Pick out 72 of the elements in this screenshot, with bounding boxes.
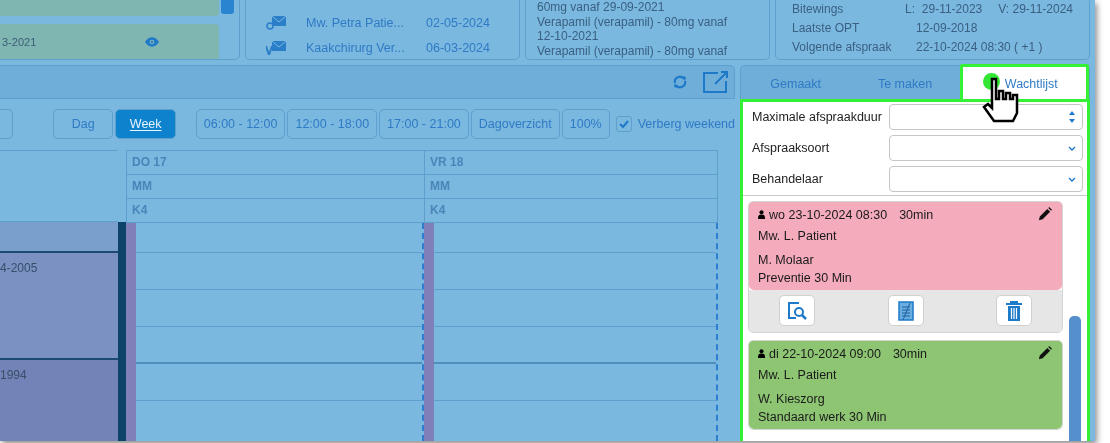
message-sender[interactable]: Kaakchirurg Ver... — [306, 41, 426, 55]
appointment-datetime: di 22-10-2024 09:00 — [769, 346, 881, 361]
message-sender[interactable]: Mw. Petra Patie... — [306, 16, 426, 30]
dropdown-field[interactable] — [889, 135, 1083, 161]
scroll-thumb[interactable] — [1069, 316, 1081, 441]
day-column[interactable] — [424, 222, 718, 441]
day-column[interactable] — [126, 222, 424, 441]
info-value: V: 29-11-2024 — [998, 2, 1073, 16]
dropdown-field[interactable] — [889, 166, 1083, 192]
scroll-thumb[interactable] — [221, 0, 234, 14]
info-value: L: 29-11-2023 — [905, 2, 983, 16]
filter-label: Afspraaksoort — [752, 141, 830, 155]
appointment-block[interactable] — [0, 222, 118, 253]
filter-label: Behandelaar — [752, 172, 823, 186]
medication-line: Verapamil (verapamil) - 80mg vanaf — [537, 43, 729, 59]
pencil-icon[interactable] — [1037, 207, 1053, 222]
info-value: 12-09-2018 — [916, 21, 978, 35]
range-button[interactable]: 12:00 - 18:00 — [287, 109, 378, 139]
pencil-icon[interactable] — [1037, 346, 1053, 361]
appointment-duration: 30min — [892, 346, 927, 361]
patient-name: Mw. L. Patient — [758, 368, 838, 382]
appointment-datetime: wo 23-10-2024 08:30 — [769, 207, 888, 222]
view-button[interactable]: Week — [115, 109, 176, 139]
range-button[interactable]: 06:00 - 12:00 — [195, 109, 286, 139]
checkbox-label[interactable]: Verberg weekend — [637, 117, 735, 131]
trash-icon — [1006, 300, 1023, 321]
medication-line: 60mg vanaf 29-09-2021 — [537, 0, 666, 15]
appointment-card[interactable]: di 22-10-2024 09:00 30min Mw. L. Patient W. Kieszorg Standaard werk 30 Min — [749, 341, 1063, 429]
filter-label: Maximale afspraakduur — [752, 110, 882, 124]
appointment-duration: 30min — [899, 207, 934, 222]
medication-line: Verapamil (verapamil) - 80mg vanaf — [537, 14, 729, 30]
delete-button[interactable] — [996, 295, 1033, 326]
appointment-type: Standaard werk 30 Min — [758, 410, 888, 424]
number-field[interactable] — [889, 104, 1083, 130]
appointment-block[interactable]: 1994 — [0, 360, 118, 441]
refresh-icon[interactable] — [672, 74, 688, 90]
message-date: 02-05-2024 — [426, 16, 490, 30]
message-date: 06-03-2024 — [426, 41, 490, 55]
popout-icon[interactable] — [702, 71, 728, 93]
card-date: 3-2021 — [2, 35, 37, 48]
info-value: 22-10-2024 08:30 ( +1 ) — [916, 40, 1043, 54]
person-icon — [758, 349, 765, 358]
person-icon — [758, 210, 765, 219]
range-button[interactable]: 17:00 - 21:00 — [379, 109, 469, 139]
spinner-arrows-icon[interactable] — [1068, 110, 1076, 124]
letter-icon — [266, 41, 286, 55]
practitioner-name: M. Molaar — [758, 253, 815, 267]
email-icon — [266, 16, 286, 30]
medication-line: 12-10-2021 — [537, 29, 600, 44]
info-label: Laatste OPT — [792, 21, 861, 35]
toolbar-button[interactable] — [0, 109, 13, 139]
checkbox[interactable] — [615, 116, 632, 132]
preview-button[interactable] — [779, 295, 815, 326]
appointment-block[interactable]: 4-2005 — [0, 253, 118, 360]
chevron-down-icon[interactable] — [1068, 176, 1076, 182]
info-label: Bitewings — [792, 2, 845, 16]
chevron-down-icon[interactable] — [1068, 145, 1076, 151]
patient-name: Mw. L. Patient — [758, 229, 838, 243]
tab[interactable]: Gemaakt — [741, 66, 851, 99]
info-label: Volgende afspraak — [792, 40, 893, 54]
eye-icon[interactable] — [145, 36, 159, 47]
practitioner-name: W. Kieszorg — [758, 392, 826, 406]
view-button[interactable]: Dag — [53, 109, 114, 139]
appointment-card[interactable]: wo 23-10-2024 08:30 30min Mw. L. Patient M. Molaar Preventie 30 Min — [749, 202, 1063, 290]
notepad-icon — [897, 300, 914, 321]
range-button[interactable]: Dagoverzicht — [470, 109, 560, 139]
notes-button[interactable] — [887, 295, 924, 326]
magnifier-icon — [787, 300, 807, 321]
appointment-type: Preventie 30 Min — [758, 271, 853, 285]
tab[interactable]: Te maken — [850, 66, 960, 99]
tab[interactable]: Wachtlijst — [959, 64, 1089, 99]
range-button[interactable]: 100% — [561, 109, 610, 139]
